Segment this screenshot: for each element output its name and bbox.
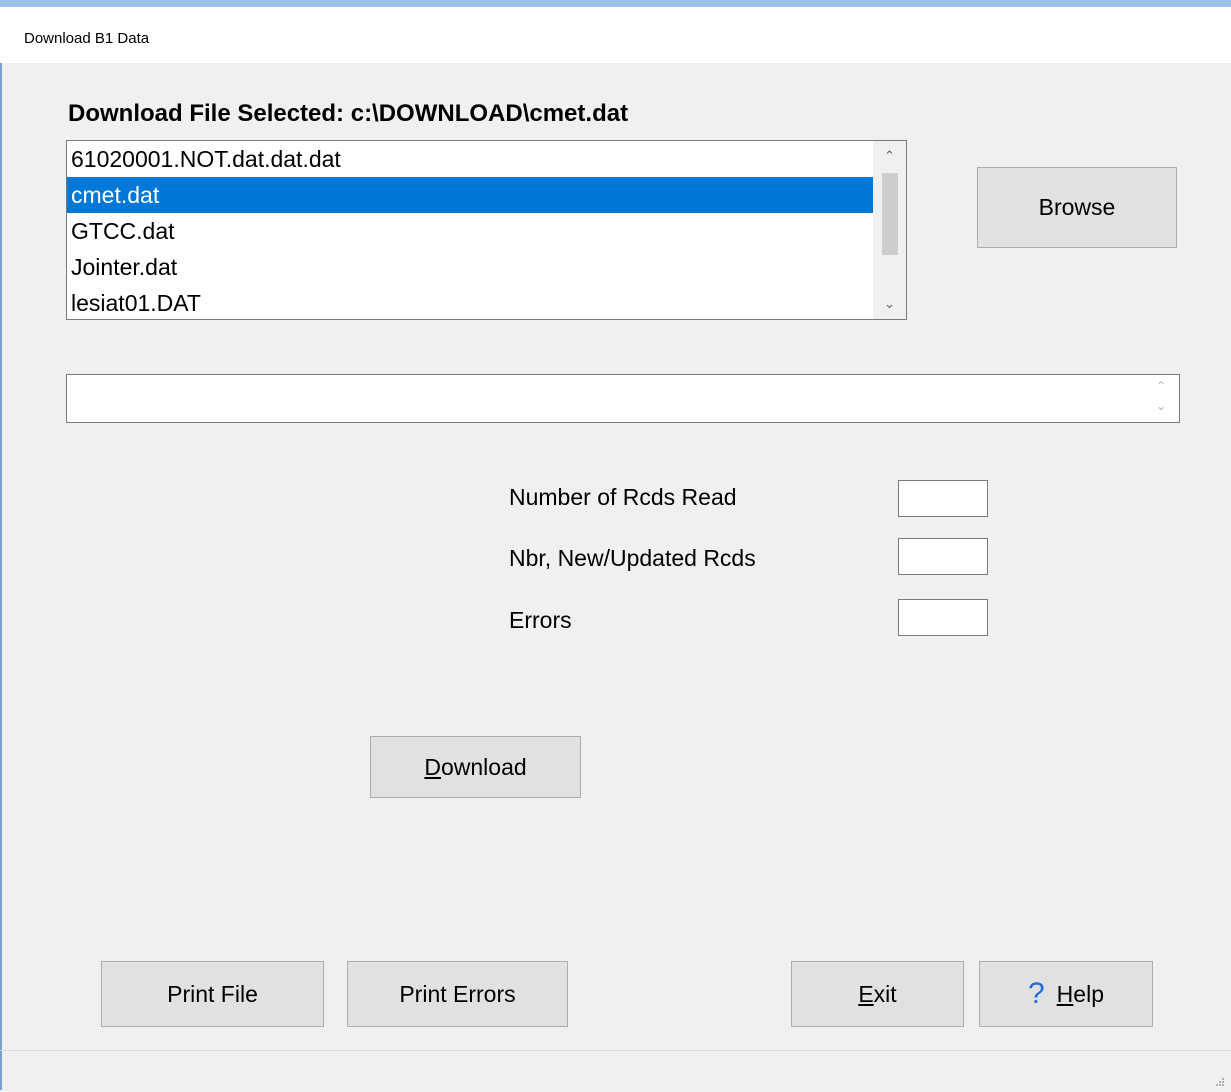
browse-button[interactable]: Browse [977,167,1177,248]
scrollbar-thumb[interactable] [882,173,898,255]
file-list-scrollbar[interactable]: ⌃ ⌄ [873,141,906,319]
exit-label: xit [873,980,897,1007]
file-list-item[interactable]: 61020001.NOT.dat.dat.dat [67,141,873,177]
print-file-button[interactable]: Print File [101,961,324,1027]
file-list-item[interactable]: GTCC.dat [67,213,873,249]
errors-field [898,599,988,636]
question-mark-icon: ? [1027,977,1045,1010]
file-list-item-selected[interactable]: cmet.dat [67,177,873,213]
new-updated-records-label: Nbr, New/Updated Rcds [509,545,756,571]
download-button[interactable]: Download [370,736,581,798]
chevron-down-icon[interactable]: ⌄ [1151,399,1171,413]
help-label: elp [1073,980,1104,1007]
status-textbox[interactable]: ⌃ ⌄ [66,374,1180,423]
file-list-item[interactable]: lesiat01.DAT [67,285,873,319]
records-read-field [898,480,988,517]
window-top-border [0,0,1231,7]
file-listbox[interactable]: 61020001.NOT.dat.dat.dat cmet.dat GTCC.d… [66,140,907,320]
resize-grip-icon[interactable] [1215,1074,1225,1086]
file-list-item[interactable]: Jointer.dat [67,249,873,285]
chevron-up-icon[interactable]: ⌃ [873,141,906,171]
chevron-up-icon[interactable]: ⌃ [1151,379,1171,393]
window-left-border [0,7,2,1090]
exit-mnemonic: E [858,980,874,1007]
errors-label: Errors [509,607,572,633]
download-label: ownload [440,753,527,780]
help-mnemonic: H [1056,980,1074,1007]
download-mnemonic: D [424,753,441,780]
help-button[interactable]: ? Help [979,961,1153,1027]
new-updated-records-field [898,538,988,575]
download-file-selected-label: Download File Selected: c:\DOWNLOAD\cmet… [68,100,629,127]
status-bar-divider [0,1050,1231,1051]
title-bar: Download B1 Data [0,7,1231,63]
print-errors-button[interactable]: Print Errors [347,961,568,1027]
chevron-down-icon[interactable]: ⌄ [873,289,906,319]
window-title: Download B1 Data [24,30,150,47]
exit-button[interactable]: Exit [791,961,964,1027]
records-read-label: Number of Rcds Read [509,484,737,510]
